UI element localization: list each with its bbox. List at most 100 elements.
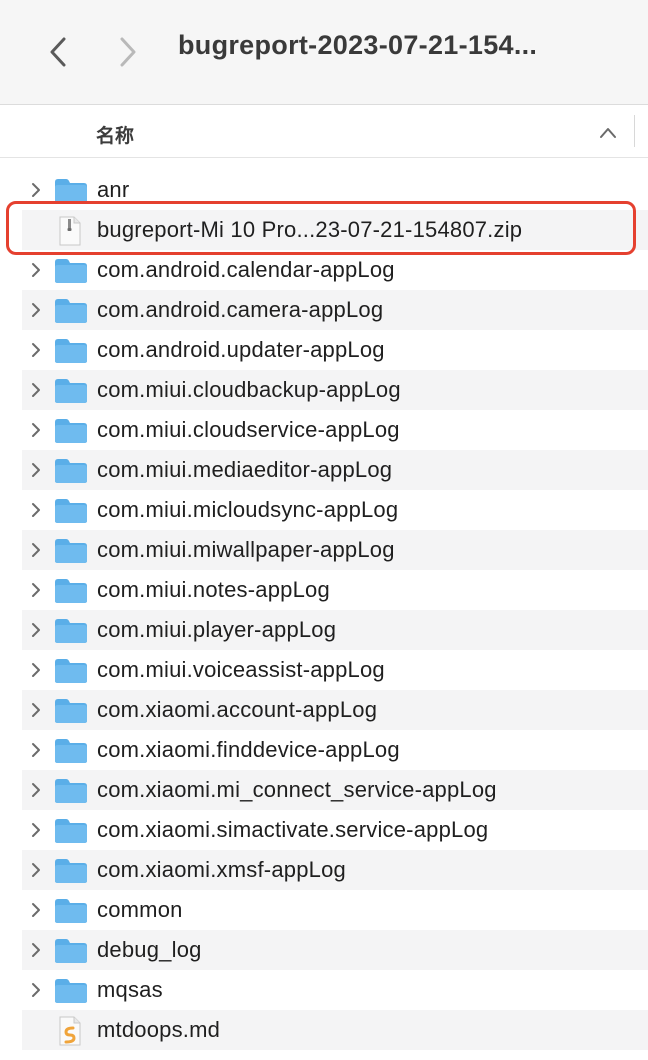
- file-row[interactable]: com.xiaomi.account-appLog: [22, 690, 648, 730]
- disclosure-triangle[interactable]: [30, 341, 42, 359]
- file-name: bugreport-Mi 10 Pro...23-07-21-154807.zi…: [97, 217, 523, 242]
- file-row[interactable]: com.miui.notes-appLog: [22, 570, 648, 610]
- file-row[interactable]: com.xiaomi.xmsf-appLog: [22, 850, 648, 890]
- disclosure-triangle[interactable]: [30, 741, 42, 759]
- file-row[interactable]: com.miui.mediaeditor-appLog: [22, 450, 648, 490]
- file-name: com.miui.cloudservice-appLog: [97, 417, 400, 442]
- file-name: com.xiaomi.xmsf-appLog: [97, 857, 346, 882]
- chevron-right-icon: [32, 903, 40, 917]
- disclosure-triangle[interactable]: [30, 901, 42, 919]
- disclosure-triangle[interactable]: [30, 421, 42, 439]
- disclosure-triangle[interactable]: [30, 821, 42, 839]
- chevron-right-icon: [32, 343, 40, 357]
- disclosure-triangle[interactable]: [30, 981, 42, 999]
- folder-graphic: [55, 739, 87, 763]
- chevron-up-icon: [600, 128, 616, 138]
- chevron-right-icon: [32, 503, 40, 517]
- folder-graphic: [55, 939, 87, 963]
- zip-graphic: [59, 216, 81, 246]
- folder-graphic: [55, 819, 87, 843]
- finder-toolbar: bugreport-2023-07-21-154...: [0, 0, 648, 105]
- chevron-right-icon: [32, 383, 40, 397]
- folder-icon: [54, 378, 88, 404]
- folder-icon: [54, 618, 88, 644]
- disclosure-triangle[interactable]: [30, 181, 42, 199]
- file-row[interactable]: bugreport-Mi 10 Pro...23-07-21-154807.zi…: [22, 210, 648, 250]
- file-row[interactable]: com.miui.cloudservice-appLog: [22, 410, 648, 450]
- disclosure-triangle[interactable]: [30, 661, 42, 679]
- window-title: bugreport-2023-07-21-154...: [178, 30, 538, 60]
- folder-icon: [54, 578, 88, 604]
- name-column-header[interactable]: 名称: [96, 121, 134, 148]
- folder-icon: [54, 658, 88, 684]
- file-row[interactable]: mtdoops.md: [22, 1010, 648, 1050]
- folder-graphic: [55, 979, 87, 1003]
- disclosure-triangle[interactable]: [30, 621, 42, 639]
- file-name: com.android.camera-appLog: [97, 297, 384, 322]
- file-row[interactable]: com.xiaomi.finddevice-appLog: [22, 730, 648, 770]
- back-button[interactable]: [40, 32, 76, 72]
- folder-icon: [54, 858, 88, 884]
- disclosure-triangle[interactable]: [30, 861, 42, 879]
- chevron-right-icon: [32, 863, 40, 877]
- file-row[interactable]: com.android.calendar-appLog: [22, 250, 648, 290]
- file-name: com.miui.voiceassist-appLog: [97, 657, 385, 682]
- folder-graphic: [55, 259, 87, 283]
- file-row[interactable]: common: [22, 890, 648, 930]
- file-name: mtdoops.md: [97, 1017, 221, 1042]
- file-row[interactable]: com.android.camera-appLog: [22, 290, 648, 330]
- chevron-right-icon: [32, 263, 40, 277]
- file-name: com.miui.notes-appLog: [97, 577, 330, 602]
- disclosure-triangle[interactable]: [30, 781, 42, 799]
- folder-graphic: [55, 299, 87, 323]
- disclosure-triangle[interactable]: [30, 301, 42, 319]
- disclosure-triangle[interactable]: [30, 261, 42, 279]
- chevron-right-icon: [120, 37, 136, 67]
- folder-graphic: [55, 179, 87, 203]
- file-row[interactable]: com.miui.micloudsync-appLog: [22, 490, 648, 530]
- chevron-right-icon: [32, 823, 40, 837]
- file-row[interactable]: com.miui.cloudbackup-appLog: [22, 370, 648, 410]
- zip-file-icon: [58, 216, 82, 246]
- folder-icon: [54, 258, 88, 284]
- file-row[interactable]: com.android.updater-appLog: [22, 330, 648, 370]
- disclosure-triangle[interactable]: [30, 941, 42, 959]
- markdown-graphic: [59, 1016, 81, 1046]
- file-name: com.miui.player-appLog: [97, 617, 337, 642]
- file-row[interactable]: mqsas: [22, 970, 648, 1010]
- disclosure-triangle[interactable]: [30, 381, 42, 399]
- file-row[interactable]: com.xiaomi.simactivate.service-appLog: [22, 810, 648, 850]
- chevron-right-icon: [32, 463, 40, 477]
- folder-icon: [54, 298, 88, 324]
- disclosure-triangle[interactable]: [30, 461, 42, 479]
- folder-icon: [54, 698, 88, 724]
- column-divider[interactable]: [634, 115, 635, 147]
- file-row[interactable]: com.miui.player-appLog: [22, 610, 648, 650]
- disclosure-triangle[interactable]: [30, 581, 42, 599]
- sort-toggle[interactable]: [596, 123, 620, 143]
- folder-graphic: [55, 339, 87, 363]
- file-name: com.miui.miwallpaper-appLog: [97, 537, 395, 562]
- folder-graphic: [55, 419, 87, 443]
- file-row[interactable]: com.miui.miwallpaper-appLog: [22, 530, 648, 570]
- folder-icon: [54, 178, 88, 204]
- file-row[interactable]: com.xiaomi.mi_connect_service-appLog: [22, 770, 648, 810]
- chevron-right-icon: [32, 743, 40, 757]
- file-name: com.miui.cloudbackup-appLog: [97, 377, 401, 402]
- folder-icon: [54, 498, 88, 524]
- chevron-right-icon: [32, 183, 40, 197]
- file-row[interactable]: debug_log: [22, 930, 648, 970]
- file-name: com.android.updater-appLog: [97, 337, 385, 362]
- folder-icon: [54, 338, 88, 364]
- chevron-right-icon: [32, 983, 40, 997]
- disclosure-triangle[interactable]: [30, 541, 42, 559]
- file-row[interactable]: com.miui.voiceassist-appLog: [22, 650, 648, 690]
- file-name: anr: [97, 177, 130, 202]
- file-name: com.miui.micloudsync-appLog: [97, 497, 399, 522]
- disclosure-triangle[interactable]: [30, 501, 42, 519]
- file-row[interactable]: anr: [22, 170, 648, 210]
- forward-button[interactable]: [110, 32, 146, 72]
- disclosure-triangle[interactable]: [30, 701, 42, 719]
- chevron-right-icon: [32, 583, 40, 597]
- chevron-left-icon: [50, 37, 66, 67]
